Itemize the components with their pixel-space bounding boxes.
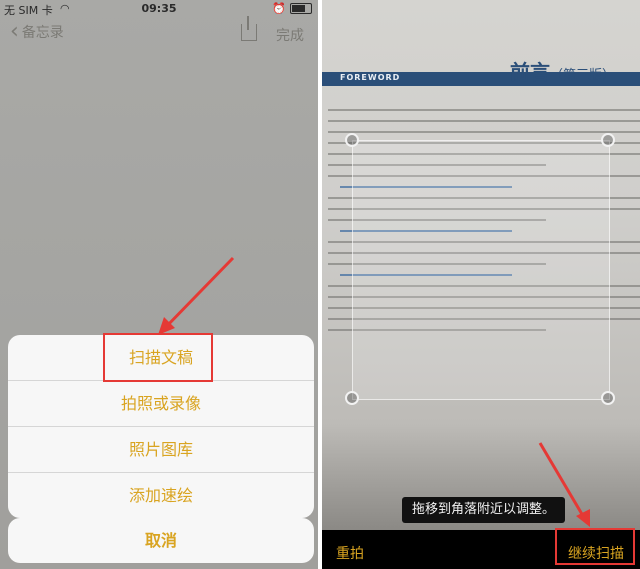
edition-text: （第三版） (550, 68, 616, 83)
document-title: 前言（第三版） (510, 56, 615, 85)
screenshot-composite: 无 SIM 卡 ◠ 09:35 ⏰ ‹ 备忘录 完成 扫描文稿 拍照或录像 照片… (0, 0, 640, 569)
share-icon[interactable] (241, 16, 257, 41)
battery-icon (290, 3, 312, 14)
text-line (328, 109, 640, 111)
notes-panel: 无 SIM 卡 ◠ 09:35 ⏰ ‹ 备忘录 完成 扫描文稿 拍照或录像 照片… (0, 0, 318, 569)
alarm-icon: ⏰ (272, 2, 286, 15)
highlight-box-scan (103, 333, 213, 382)
title-text: 前言 (510, 60, 550, 84)
photo-library-button[interactable]: 照片图库 (8, 427, 314, 473)
back-label: 备忘录 (21, 25, 64, 41)
scanner-panel: FOREWORD 前言（第三版） 拖移到角落附近以调整。 重拍 继续扫描 (322, 0, 640, 569)
text-line (328, 120, 640, 122)
foreword-label: FOREWORD (340, 73, 401, 82)
cancel-button[interactable]: 取消 (8, 518, 314, 563)
back-button[interactable]: ‹ 备忘录 (10, 19, 64, 44)
text-line (328, 131, 640, 133)
crop-handle-top-left[interactable] (345, 133, 359, 147)
retake-button[interactable]: 重拍 (336, 543, 364, 563)
crop-handle-top-right[interactable] (601, 133, 615, 147)
crop-handle-bottom-right[interactable] (601, 391, 615, 405)
crop-handle-bottom-left[interactable] (345, 391, 359, 405)
status-bar: 无 SIM 卡 ◠ 09:35 ⏰ (0, 0, 318, 18)
clock: 09:35 (141, 2, 177, 15)
adjust-hint: 拖移到角落附近以调整。 (402, 497, 566, 523)
take-photo-button[interactable]: 拍照或录像 (8, 381, 314, 427)
chevron-left-icon: ‹ (10, 19, 19, 44)
highlight-box-continue (555, 528, 635, 565)
add-sketch-button[interactable]: 添加速绘 (8, 473, 314, 518)
nav-bar: ‹ 备忘录 完成 (0, 16, 318, 48)
done-button[interactable]: 完成 (276, 25, 304, 45)
camera-preview: FOREWORD 前言（第三版） 拖移到角落附近以调整。 (322, 0, 640, 530)
status-right: ⏰ (272, 2, 312, 15)
crop-overlay[interactable] (352, 140, 610, 400)
